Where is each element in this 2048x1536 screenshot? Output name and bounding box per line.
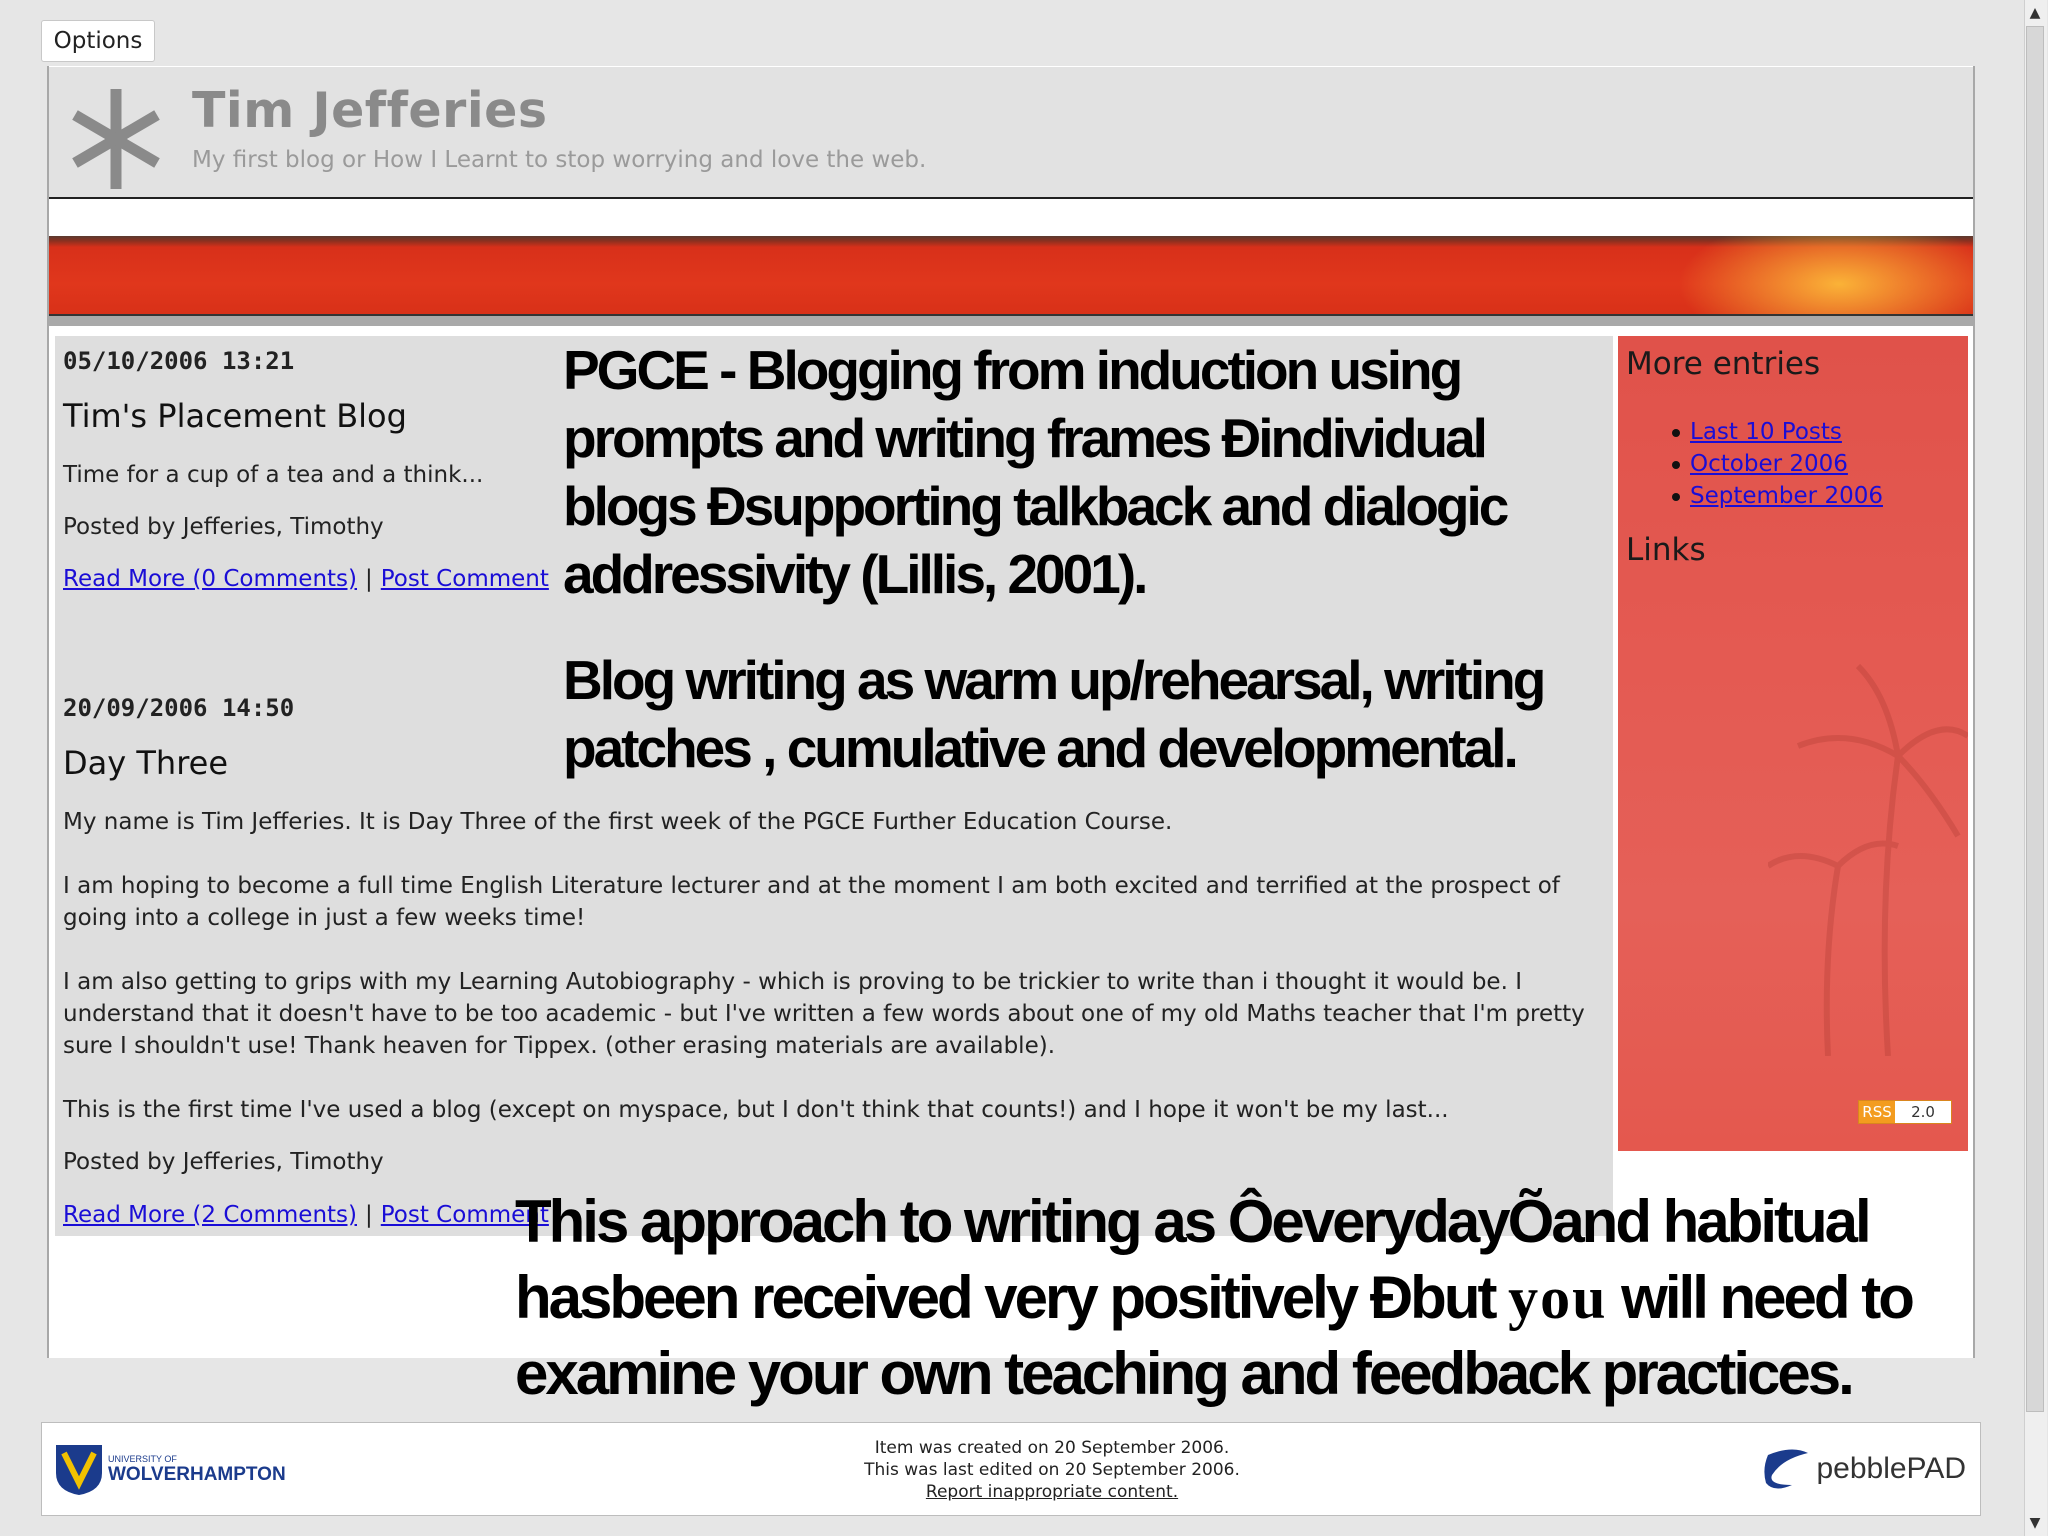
- scroll-down-arrow-icon[interactable]: ▼: [2026, 1512, 2044, 1534]
- footer-info: Item was created on 20 September 2006. T…: [802, 1437, 1302, 1503]
- pebblepad-swirl-icon: [1764, 1449, 1809, 1489]
- overlay-annotation-blog-writing: Blog writing as warm up/rehearsal, writi…: [563, 649, 1546, 779]
- post-paragraph: I am hoping to become a full time Englis…: [63, 873, 1560, 931]
- university-name: WOLVERHAMPTON: [108, 1464, 286, 1485]
- list-item: September 2006: [1670, 480, 1883, 512]
- scrollbar-thumb[interactable]: [2026, 26, 2044, 1412]
- blog-header: Tim Jefferies My first blog or How I Lea…: [49, 67, 1973, 199]
- rss-version: 2.0: [1895, 1101, 1951, 1123]
- university-logo: UNIVERSITY OF WOLVERHAMPTON: [54, 1443, 286, 1497]
- banner-divider: [49, 316, 1973, 326]
- entry-link-october-2006[interactable]: October 2006: [1690, 451, 1848, 477]
- entry-link-last-10-posts[interactable]: Last 10 Posts: [1690, 419, 1842, 445]
- blog-subtitle: My first blog or How I Learnt to stop wo…: [192, 147, 927, 173]
- link-separator: |: [365, 1202, 373, 1228]
- entry-link-september-2006[interactable]: September 2006: [1690, 483, 1883, 509]
- blog-title: Tim Jefferies: [192, 82, 548, 139]
- post-paragraph: My name is Tim Jefferies. It is Day Thre…: [63, 809, 1173, 835]
- rss-icon: RSS: [1859, 1101, 1895, 1123]
- wolverhampton-shield-icon: [56, 1445, 102, 1495]
- more-entries-heading: More entries: [1626, 346, 1821, 382]
- pebblepad-text: pebblePAD: [1816, 1452, 1966, 1485]
- post-paragraph: This is the first time I've used a blog …: [63, 1097, 1449, 1123]
- pebblepad-logo: pebblePAD: [1762, 1445, 1966, 1493]
- overlay-annotation-pgce: PGCE - Blogging from induction using pro…: [563, 339, 1509, 605]
- post-title: Day Three: [63, 744, 229, 782]
- post-date: 05/10/2006 13:21: [63, 347, 295, 375]
- post-date: 20/09/2006 14:50: [63, 694, 295, 722]
- post-paragraph: I am also getting to grips with my Learn…: [63, 969, 1585, 1059]
- palm-tree-background-icon: [1768, 663, 1968, 1056]
- entries-list: Last 10 Posts October 2006 September 200…: [1670, 416, 1883, 512]
- post-author: Posted by Jefferies, Timothy: [63, 1149, 384, 1175]
- link-separator: |: [365, 566, 373, 592]
- overlay-annotation-approach: This approach to writing as ÔeverydayÕan…: [515, 1184, 1915, 1412]
- edited-date-text: This was last edited on 20 September 200…: [864, 1460, 1240, 1480]
- list-item: October 2006: [1670, 448, 1883, 480]
- university-small-text: UNIVERSITY OF: [108, 1454, 177, 1464]
- read-more-link[interactable]: Read More (2 Comments): [63, 1202, 357, 1228]
- report-content-link[interactable]: Report inappropriate content.: [926, 1482, 1178, 1502]
- footer-bar: UNIVERSITY OF WOLVERHAMPTON Item was cre…: [41, 1422, 1981, 1516]
- asterisk-logo-icon: [72, 89, 160, 189]
- scroll-up-arrow-icon[interactable]: ▲: [2026, 2, 2044, 24]
- created-date-text: Item was created on 20 September 2006.: [874, 1438, 1230, 1458]
- list-item: Last 10 Posts: [1670, 416, 1883, 448]
- links-heading: Links: [1626, 532, 1706, 568]
- post-title: Tim's Placement Blog: [63, 397, 407, 435]
- overlay-text-emphasis: you: [1508, 1265, 1608, 1331]
- rss-feed-badge[interactable]: RSS 2.0: [1858, 1100, 1952, 1124]
- post-comment-link[interactable]: Post Comment: [381, 566, 549, 592]
- options-button[interactable]: Options: [41, 20, 155, 62]
- sidebar: More entries Last 10 Posts October 2006 …: [1618, 336, 1968, 1151]
- header-banner: [49, 236, 1973, 316]
- read-more-link[interactable]: Read More (0 Comments): [63, 566, 357, 592]
